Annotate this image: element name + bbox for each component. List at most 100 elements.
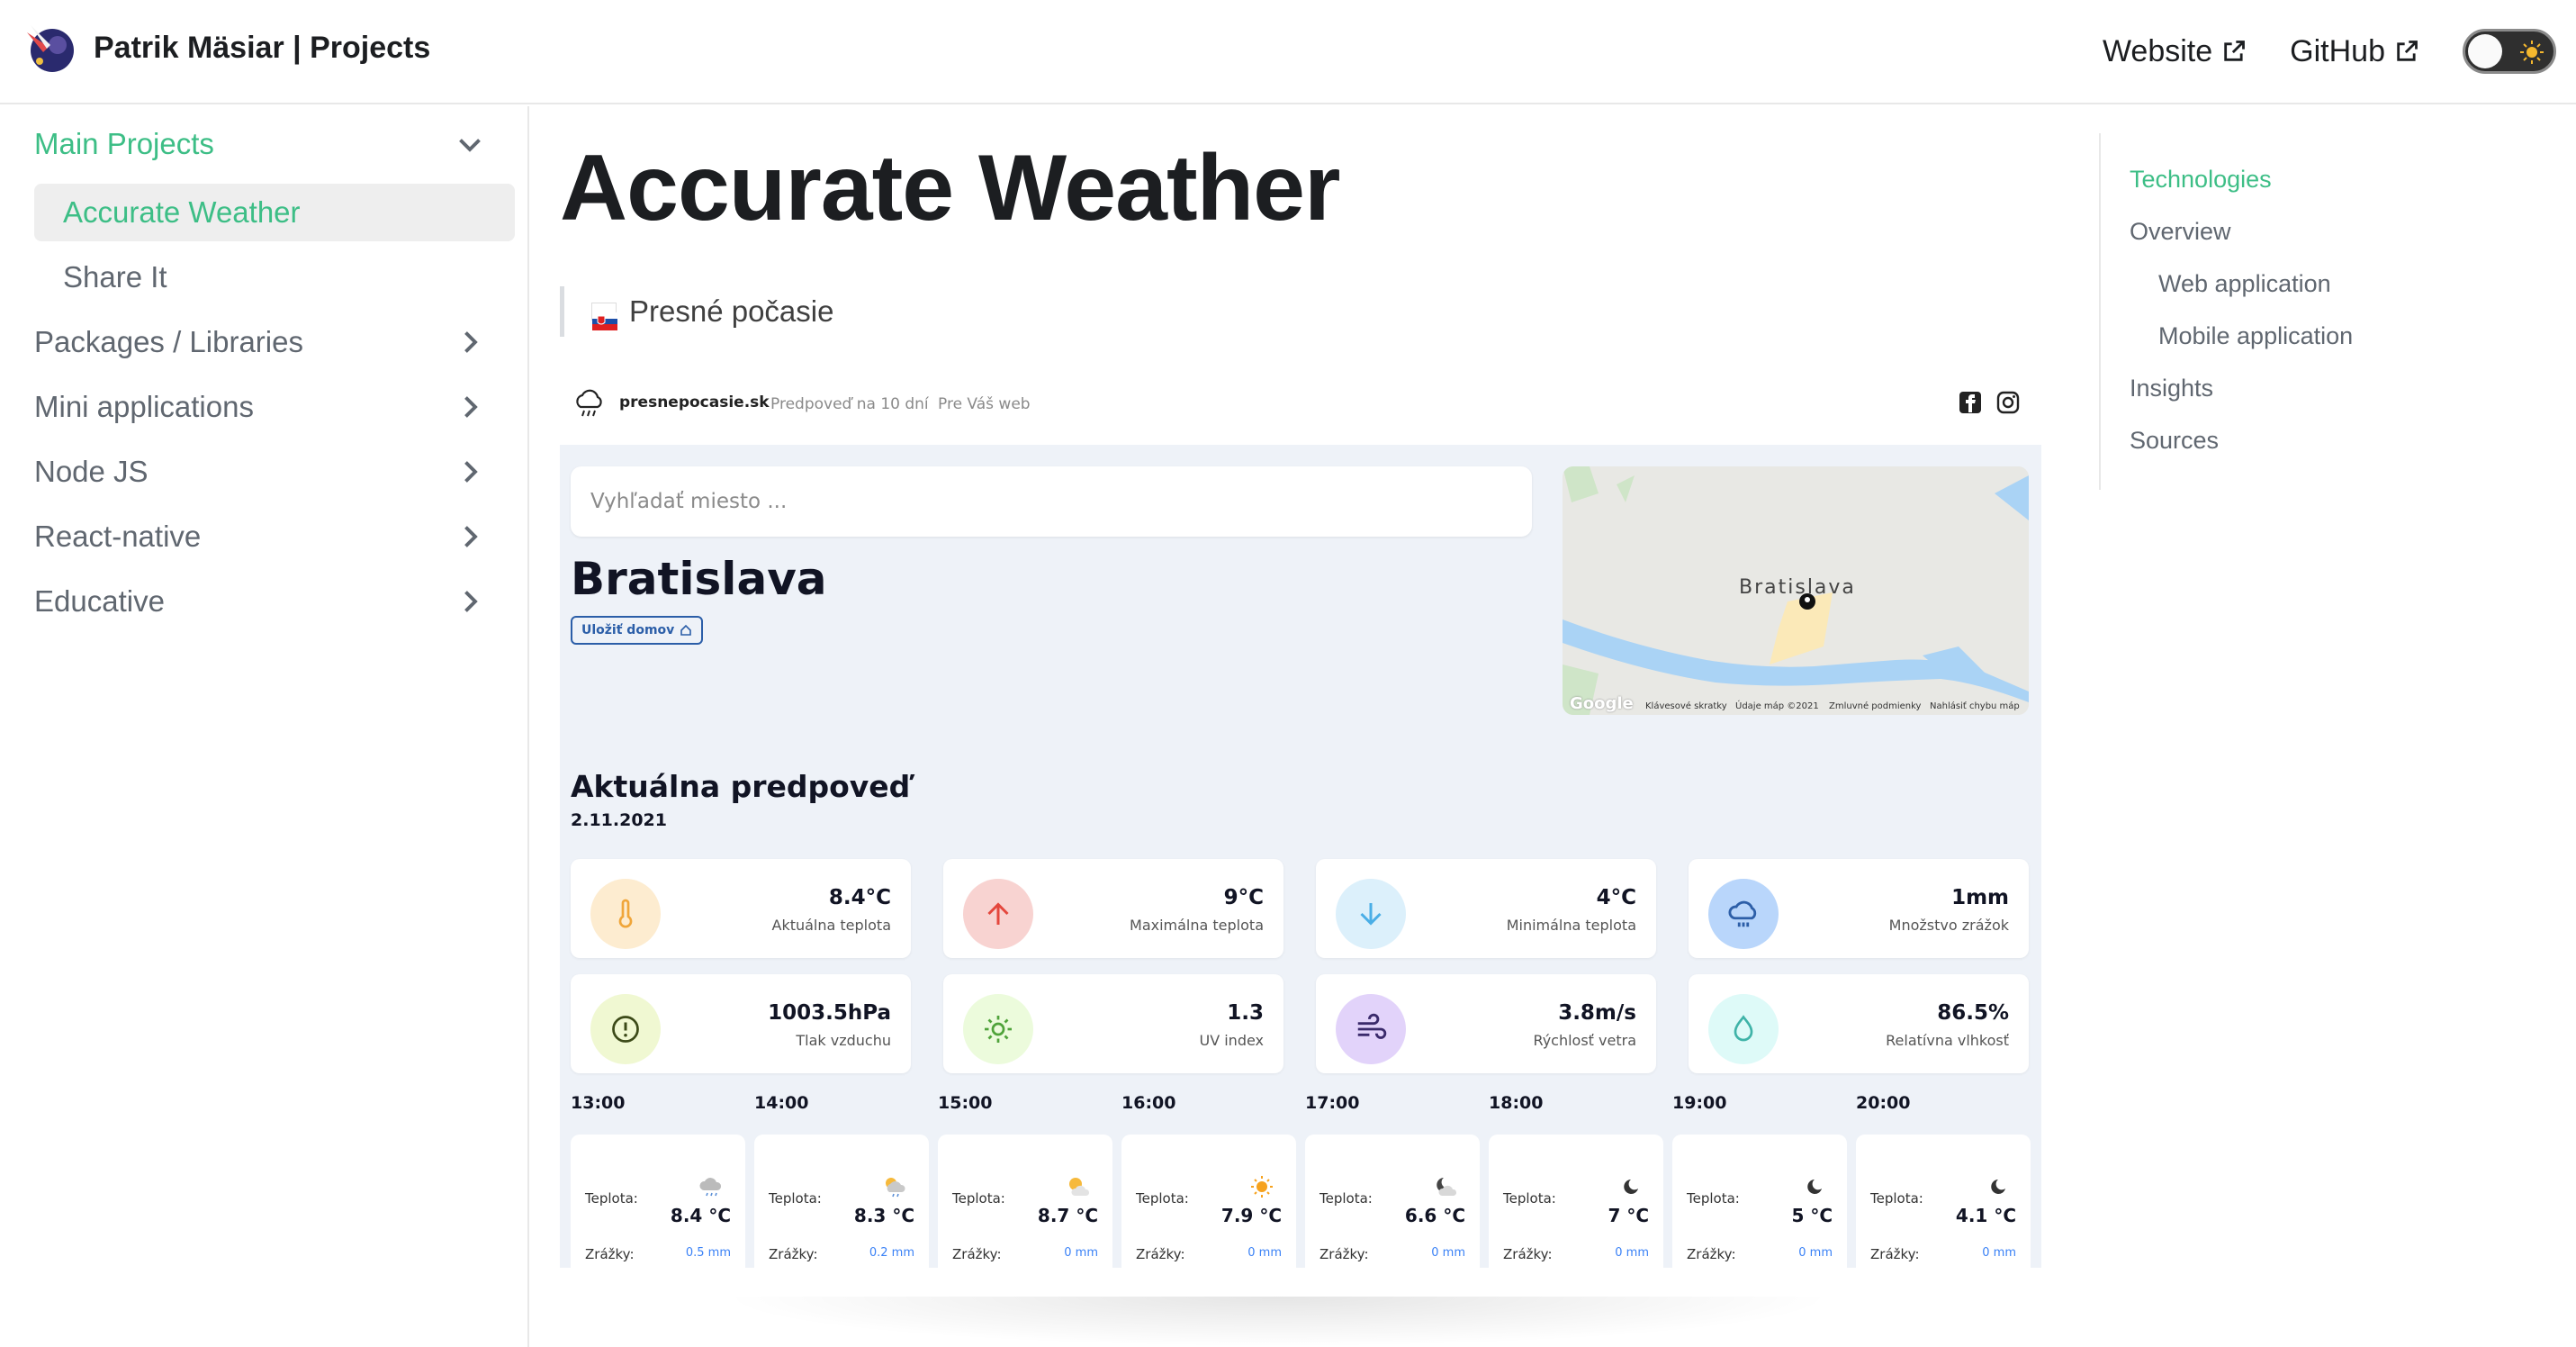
map-footer-data: Údaje máp ©2021 — [1735, 701, 1819, 711]
rain-value: 0 mm — [1615, 1246, 1649, 1260]
moon-icon — [1624, 1180, 1638, 1194]
sidebar-item-node-js[interactable]: Node JS — [34, 443, 515, 501]
rain-value: 0 mm — [1064, 1246, 1098, 1260]
toggle-knob — [2468, 34, 2502, 68]
stat-value: 8.4°C — [828, 886, 891, 909]
sidebar-item-share-it[interactable]: Share It — [34, 249, 515, 306]
moon-icon — [1807, 1180, 1822, 1194]
chevron-right-icon[interactable] — [454, 326, 486, 358]
hour-label: 13:00 — [571, 1093, 626, 1113]
chevron-down-icon[interactable] — [454, 128, 486, 160]
quote-text: Presné počasie — [629, 294, 834, 328]
toc-item-mobile-application[interactable]: Mobile application — [2158, 322, 2353, 350]
screenshot-shadow — [720, 1297, 1836, 1347]
rain-label: Zrážky: — [1687, 1246, 1736, 1262]
toc-item-technologies[interactable]: Technologies — [2130, 166, 2272, 194]
city-name: Bratislava — [571, 553, 827, 605]
sidebar-item-react-native[interactable]: React-native — [34, 508, 515, 565]
rain-label: Zrážky: — [1136, 1246, 1185, 1262]
chevron-right-icon[interactable] — [454, 391, 486, 423]
hourly-card: Teplota: 7.9 °C Zrážky: 0 mm — [1121, 1135, 1296, 1268]
hourly-card: Teplota: 8.4 °C Zrážky: 0.5 mm — [571, 1135, 745, 1268]
sidebar-item-label: Packages / Libraries — [34, 325, 303, 358]
project-screenshot: presnepocasie.sk Predpoveď na 10 dní Pre… — [560, 369, 2041, 1268]
toc-item-overview[interactable]: Overview — [2130, 218, 2231, 246]
save-home-label: Uložiť domov — [581, 623, 675, 637]
screenshot-body: Vyhľadať miesto ... Bratislava Uložiť do… — [560, 445, 2041, 1268]
temp-label: Teplota: — [952, 1190, 1005, 1207]
chevron-right-icon[interactable] — [454, 585, 486, 618]
screenshot-brand: presnepocasie.sk — [572, 385, 770, 420]
map-city-label: Bratislava — [1739, 576, 1856, 599]
sidebar-item-main-projects[interactable]: Main Projects — [34, 115, 515, 173]
stat-card-humidity: 86.5% Relatívna vlhkosť — [1689, 974, 2029, 1073]
hourly-card: Teplota: 6.6 °C Zrážky: 0 mm — [1305, 1135, 1480, 1268]
toc-item-web-application[interactable]: Web application — [2158, 270, 2331, 298]
current-forecast-title: Aktuálna predpoveď — [571, 769, 911, 804]
temp-value: 7.9 °C — [1220, 1205, 1282, 1226]
rain-label: Zrážky: — [585, 1246, 635, 1262]
map-footer-report: Nahlásiť chybu máp — [1930, 701, 2020, 711]
hourly-card: Teplota: 4.1 °C Zrážky: 0 mm — [1856, 1135, 2031, 1268]
theme-toggle[interactable] — [2463, 29, 2556, 74]
stat-value: 4°C — [1596, 886, 1636, 909]
hour-label: 15:00 — [938, 1093, 993, 1113]
hour-label: 20:00 — [1856, 1093, 1911, 1113]
stat-value: 86.5% — [1937, 1001, 2009, 1025]
website-link[interactable]: Website — [2103, 34, 2247, 69]
sidebar-item-mini-applications[interactable]: Mini applications — [34, 378, 515, 436]
temp-value: 8.7 °C — [1037, 1205, 1098, 1226]
rain-value: 0 mm — [1431, 1246, 1465, 1260]
sidebar-item-label: Share It — [63, 260, 167, 294]
wind-icon — [1336, 994, 1406, 1064]
external-link-icon — [2397, 41, 2418, 61]
sun-cloud-icon — [1069, 1178, 1090, 1196]
stat-value: 1.3 — [1227, 1001, 1264, 1025]
sidebar-item-label: Node JS — [34, 455, 149, 488]
stat-label: UV index — [1199, 1032, 1264, 1049]
stat-label: Maximálna teplota — [1130, 917, 1264, 934]
temp-label: Teplota: — [1136, 1190, 1189, 1207]
chevron-right-icon[interactable] — [454, 456, 486, 488]
pressure-icon — [590, 994, 661, 1064]
temp-value: 8.4 °C — [670, 1205, 731, 1226]
stat-label: Relatívna vlhkosť — [1886, 1032, 2009, 1049]
toc-item-sources[interactable]: Sources — [2130, 427, 2219, 455]
sidebar-item-accurate-weather[interactable]: Accurate Weather — [34, 184, 515, 241]
stat-card-min-temp: 4°C Minimálna teplota — [1316, 859, 1656, 958]
hourly-card: Teplota: 8.3 °C Zrážky: 0.2 mm — [754, 1135, 929, 1268]
sidebar-item-packages-libraries[interactable]: Packages / Libraries — [34, 313, 515, 371]
sidebar-item-educative[interactable]: Educative — [34, 573, 515, 630]
github-link[interactable]: GitHub — [2290, 34, 2419, 69]
sidebar-item-label: Accurate Weather — [63, 195, 301, 229]
rain-label: Zrážky: — [1320, 1246, 1369, 1262]
sun-icon — [2520, 41, 2544, 64]
temp-label: Teplota: — [1870, 1190, 1923, 1207]
temp-label: Teplota: — [585, 1190, 638, 1207]
stat-card-max-temp: 9°C Maximálna teplota — [943, 859, 1283, 958]
site-title: Patrik Mäsiar | Projects — [94, 30, 431, 65]
map-footer-terms: Zmluvné podmienky — [1829, 701, 1922, 711]
rain-label: Zrážky: — [769, 1246, 818, 1262]
stat-value: 9°C — [1223, 886, 1264, 909]
moon-icon — [1991, 1180, 2005, 1194]
hourly-card: Teplota: 7 °C Zrážky: 0 mm — [1489, 1135, 1663, 1268]
sun-icon — [1251, 1176, 1273, 1198]
docs-sidebar: Main Projects Accurate Weather Share It … — [0, 106, 529, 1347]
toc-item-insights[interactable]: Insights — [2130, 375, 2213, 402]
stat-value: 1mm — [1951, 886, 2009, 909]
brand-link[interactable]: Patrik Mäsiar | Projects — [22, 20, 430, 76]
instagram-icon — [1996, 391, 2020, 414]
temp-value: 5 °C — [1791, 1205, 1833, 1226]
chevron-right-icon[interactable] — [454, 520, 486, 553]
stat-label: Rýchlosť vetra — [1533, 1032, 1636, 1049]
temp-value: 7 °C — [1608, 1205, 1649, 1226]
rain-label: Zrážky: — [1870, 1246, 1920, 1262]
home-icon — [680, 624, 692, 636]
temp-value: 4.1 °C — [1955, 1205, 2016, 1226]
stat-label: Minimálna teplota — [1506, 917, 1636, 934]
hour-label: 16:00 — [1121, 1093, 1176, 1113]
google-logo: Google — [1570, 694, 1634, 713]
screenshot-brand-label: presnepocasie.sk — [619, 393, 770, 411]
sidebar-item-label: Mini applications — [34, 390, 254, 423]
